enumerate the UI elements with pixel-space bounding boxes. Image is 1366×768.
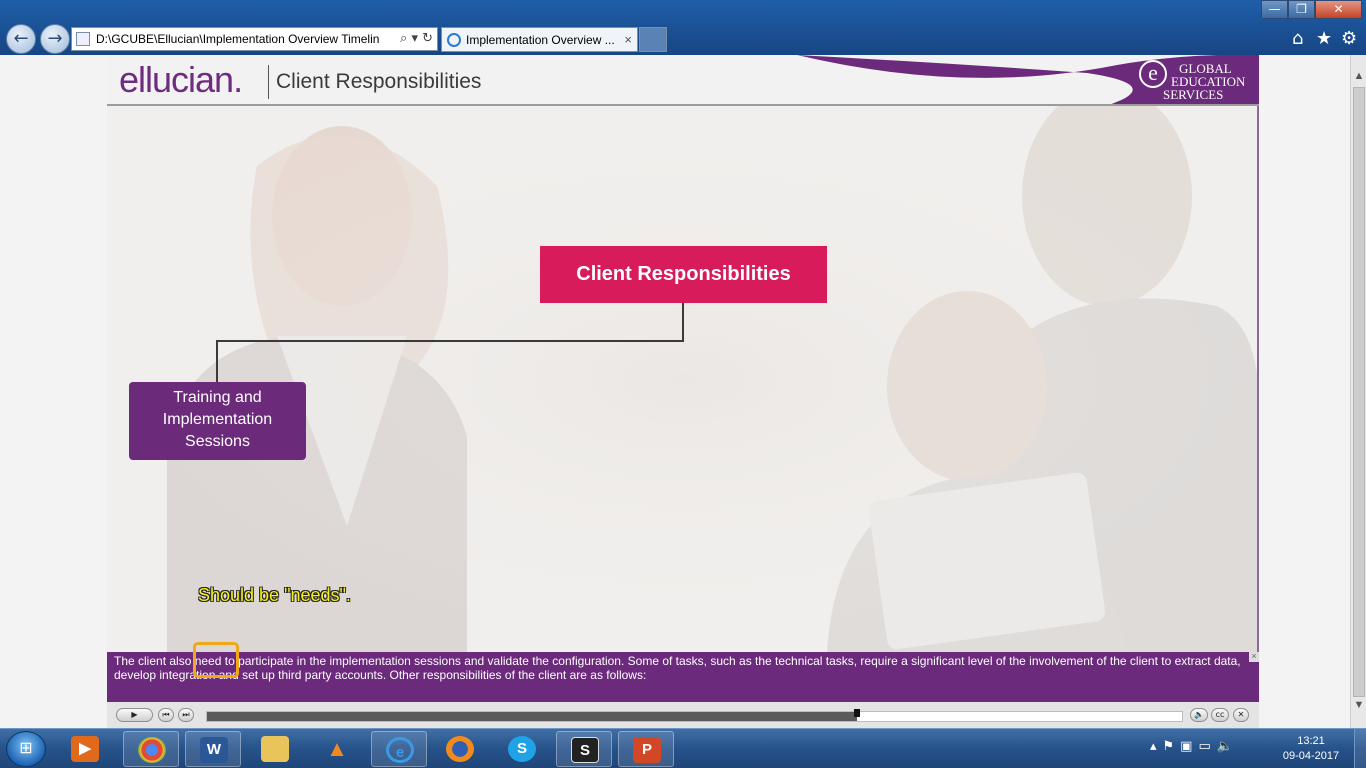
system-tray-icons[interactable]: ▴⚑▣▭🔈 (1150, 739, 1239, 754)
global-education-services-logo: e GLOBAL EDUCATION SERVICES (1135, 60, 1255, 102)
ie-tab-icon (447, 33, 461, 47)
scrivener-icon: S (571, 737, 599, 763)
previous-button[interactable]: ⏮ (158, 708, 174, 722)
slide-title: Client Responsibilities (276, 70, 482, 93)
taskbar-skype[interactable]: S (494, 731, 550, 767)
minimize-button[interactable]: — (1261, 0, 1288, 19)
volume-button[interactable]: 🔈 (1190, 708, 1208, 722)
star-icon[interactable]: ★ (1316, 28, 1332, 49)
taskbar-powerpoint[interactable]: P (618, 731, 674, 767)
vertical-scrollbar[interactable]: ▲ ▼ (1350, 55, 1366, 728)
close-window-button[interactable]: ✕ (1315, 0, 1362, 19)
tab-close-button[interactable]: × (624, 28, 632, 52)
powerpoint-icon: P (633, 737, 661, 763)
folder-icon (261, 736, 289, 762)
skype-icon: S (508, 736, 536, 762)
home-icon[interactable]: ⌂ (1292, 28, 1303, 49)
slide-stage: Client Responsibilities Training and Imp… (107, 106, 1259, 652)
taskbar-ie[interactable]: e (371, 731, 427, 767)
media-player-icon: ▶ (71, 736, 99, 762)
scroll-down-icon[interactable]: ▼ (1351, 696, 1366, 714)
vlc-cone-icon: ▲ (326, 736, 348, 761)
address-url: D:\GCUBE\Ellucian\Implementation Overvie… (96, 32, 380, 46)
slide-header: ellucian. Client Responsibilities e GLOB… (107, 55, 1259, 106)
play-button[interactable]: ▶ (116, 708, 153, 722)
progress-bar[interactable] (206, 711, 1183, 722)
new-tab-button[interactable] (639, 27, 667, 52)
system-clock[interactable]: 13:21 09-04-2017 (1276, 734, 1346, 764)
maximize-button[interactable]: ❐ (1288, 0, 1315, 19)
search-refresh-icons[interactable]: ⌕ ▾ ↻ (400, 28, 433, 50)
caption-close-button[interactable]: × (1249, 652, 1259, 662)
back-button[interactable]: ← (6, 24, 36, 54)
error-highlight-box (193, 642, 239, 678)
windows-taskbar: ⊞ ▶ W ▲ e S S P ▴⚑▣▭🔈 13:21 09-04-2017 (0, 728, 1366, 768)
taskbar-vlc[interactable]: ▲ (309, 731, 365, 767)
player-close-button[interactable]: ✕ (1233, 708, 1249, 722)
scroll-up-icon[interactable]: ▲ (1351, 67, 1366, 85)
taskbar-scrivener[interactable]: S (556, 731, 612, 767)
browser-tab[interactable]: Implementation Overview ... × (441, 27, 638, 52)
tab-title: Implementation Overview ... (466, 33, 615, 47)
org-chart-connector (216, 303, 684, 382)
browser-toolbar: ← → D:\GCUBE\Ellucian\Implementation Ove… (0, 0, 1366, 55)
taskbar-explorer[interactable] (247, 731, 303, 767)
closed-caption: The client also need to participate in t… (107, 652, 1259, 702)
gear-icon[interactable]: ⚙ (1341, 28, 1357, 49)
progress-handle[interactable] (854, 709, 861, 717)
next-button[interactable]: ⏭ (178, 708, 194, 722)
header-divider (268, 65, 269, 99)
clock-time: 13:21 (1297, 735, 1325, 747)
course-player: ellucian. Client Responsibilities e GLOB… (107, 55, 1259, 728)
taskbar-media-player[interactable]: ▶ (62, 731, 108, 767)
clock-date: 09-04-2017 (1282, 750, 1340, 762)
player-controls: ▶ ⏮ ⏭ 🔈 cc ✕ (107, 702, 1259, 728)
word-icon: W (200, 737, 228, 763)
scrollbar-thumb[interactable] (1353, 87, 1365, 697)
taskbar-firefox[interactable] (432, 731, 488, 767)
taskbar-word[interactable]: W (185, 731, 241, 767)
chrome-icon (138, 737, 166, 763)
training-sessions-node[interactable]: Training and Implementation Sessions (129, 382, 306, 460)
address-bar[interactable]: D:\GCUBE\Ellucian\Implementation Overvie… (71, 27, 438, 51)
start-button[interactable]: ⊞ (6, 731, 46, 767)
review-annotation: Should be "needs". (198, 585, 351, 605)
firefox-icon (446, 736, 474, 762)
caption-text: The client also need to participate in t… (114, 654, 1241, 682)
captions-button[interactable]: cc (1211, 708, 1229, 722)
show-desktop-button[interactable] (1354, 729, 1366, 768)
ellucian-logo: ellucian. (119, 59, 243, 100)
taskbar-chrome[interactable] (123, 731, 179, 767)
client-responsibilities-node[interactable]: Client Responsibilities (540, 246, 827, 303)
ie-icon: e (386, 737, 414, 763)
forward-button[interactable]: → (40, 24, 70, 54)
page-icon (76, 32, 90, 46)
progress-fill (207, 712, 858, 721)
